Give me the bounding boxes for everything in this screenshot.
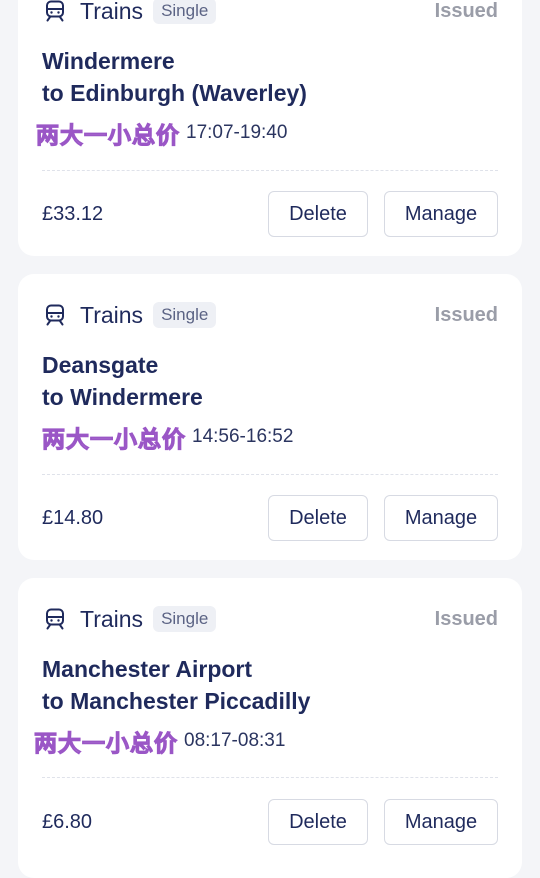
price: £6.80 [42, 810, 93, 833]
manage-button[interactable]: Manage [384, 495, 498, 541]
status-label: Issued [434, 303, 498, 326]
price: £14.80 [42, 506, 104, 529]
route-origin: Windermere [42, 48, 175, 74]
booking-footer: £33.12 Delete Manage [42, 190, 498, 238]
route-origin: Manchester Airport [42, 656, 253, 682]
booking-header: Trains Single Issued [42, 604, 498, 634]
route: Deansgate to Windermere [42, 349, 498, 413]
sticker-overlay: 两大一小总价 [34, 730, 178, 757]
delete-button[interactable]: Delete [268, 495, 368, 541]
delete-button[interactable]: Delete [268, 799, 368, 845]
manage-button[interactable]: Manage [384, 799, 498, 845]
divider [42, 777, 498, 778]
price: £33.12 [42, 202, 104, 225]
journey-time: 14:56-16:52 [192, 426, 294, 447]
status-label: Issued [434, 607, 498, 630]
divider [42, 474, 498, 475]
route-origin: Deansgate [42, 352, 159, 378]
journey-time: 17:07-19:40 [186, 122, 288, 143]
booking-card[interactable]: Trains Single Issued Deansgate to Winder… [18, 274, 522, 560]
divider [42, 170, 498, 171]
manage-button[interactable]: Manage [384, 191, 498, 237]
route: Manchester Airport to Manchester Piccadi… [42, 653, 498, 717]
route-destination: to Windermere [42, 384, 203, 410]
booking-card[interactable]: Trains Single Issued Manchester Airport … [18, 578, 522, 878]
journey-time: 08:17-08:31 [184, 730, 286, 751]
ticket-type-badge: Single [153, 0, 217, 24]
mode-label: Trains [80, 0, 144, 24]
ticket-type-badge: Single [153, 302, 217, 328]
booking-header: Trains Single Issued [42, 300, 498, 330]
journey-meta: 两大一小总价 08:17-08:31 [34, 727, 498, 757]
booking-footer: £14.80 Delete Manage [42, 494, 498, 542]
train-icon [42, 606, 68, 632]
train-icon [42, 302, 68, 328]
route-destination: to Edinburgh (Waverley) [42, 80, 307, 106]
route-destination: to Manchester Piccadilly [42, 688, 311, 714]
status-label: Issued [434, 0, 498, 22]
sticker-overlay: 两大一小总价 [36, 122, 180, 149]
booking-card[interactable]: Trains Single Issued Windermere to Edinb… [18, 0, 522, 256]
train-icon [42, 0, 68, 24]
delete-button[interactable]: Delete [268, 191, 368, 237]
booking-header: Trains Single Issued [42, 0, 498, 26]
sticker-overlay: 两大一小总价 [42, 426, 186, 453]
route: Windermere to Edinburgh (Waverley) [42, 45, 498, 109]
mode-label: Trains [80, 605, 144, 632]
ticket-type-badge: Single [153, 606, 217, 632]
mode-label: Trains [80, 301, 144, 328]
journey-meta: 两大一小总价 17:07-19:40 [36, 119, 498, 149]
journey-meta: 两大一小总价 14:56-16:52 [42, 423, 498, 453]
